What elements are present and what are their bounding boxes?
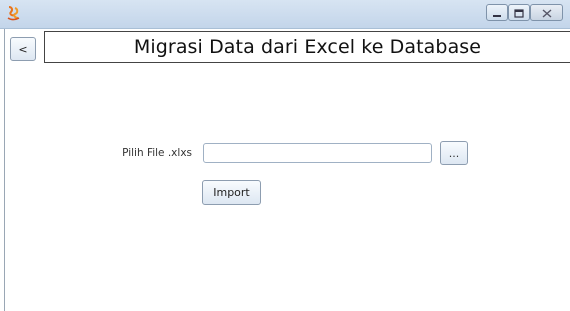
browse-button[interactable]: ... [440, 141, 468, 165]
minimize-icon [492, 3, 502, 22]
close-icon [542, 3, 552, 22]
maximize-button[interactable] [508, 4, 530, 21]
back-button[interactable]: < [10, 37, 36, 61]
import-button[interactable]: Import [202, 180, 261, 205]
file-path-input[interactable] [203, 143, 432, 163]
file-label: Pilih File .xlxs [122, 147, 192, 159]
app-window: < Migrasi Data dari Excel ke Database Pi… [0, 0, 570, 311]
maximize-icon [514, 3, 524, 22]
java-logo-icon [6, 5, 22, 21]
minimize-button[interactable] [486, 4, 508, 21]
close-button[interactable] [530, 4, 563, 21]
header-panel: Migrasi Data dari Excel ke Database [44, 31, 570, 63]
content-area [4, 29, 570, 311]
title-bar[interactable] [0, 0, 570, 29]
page-title: Migrasi Data dari Excel ke Database [133, 36, 482, 58]
